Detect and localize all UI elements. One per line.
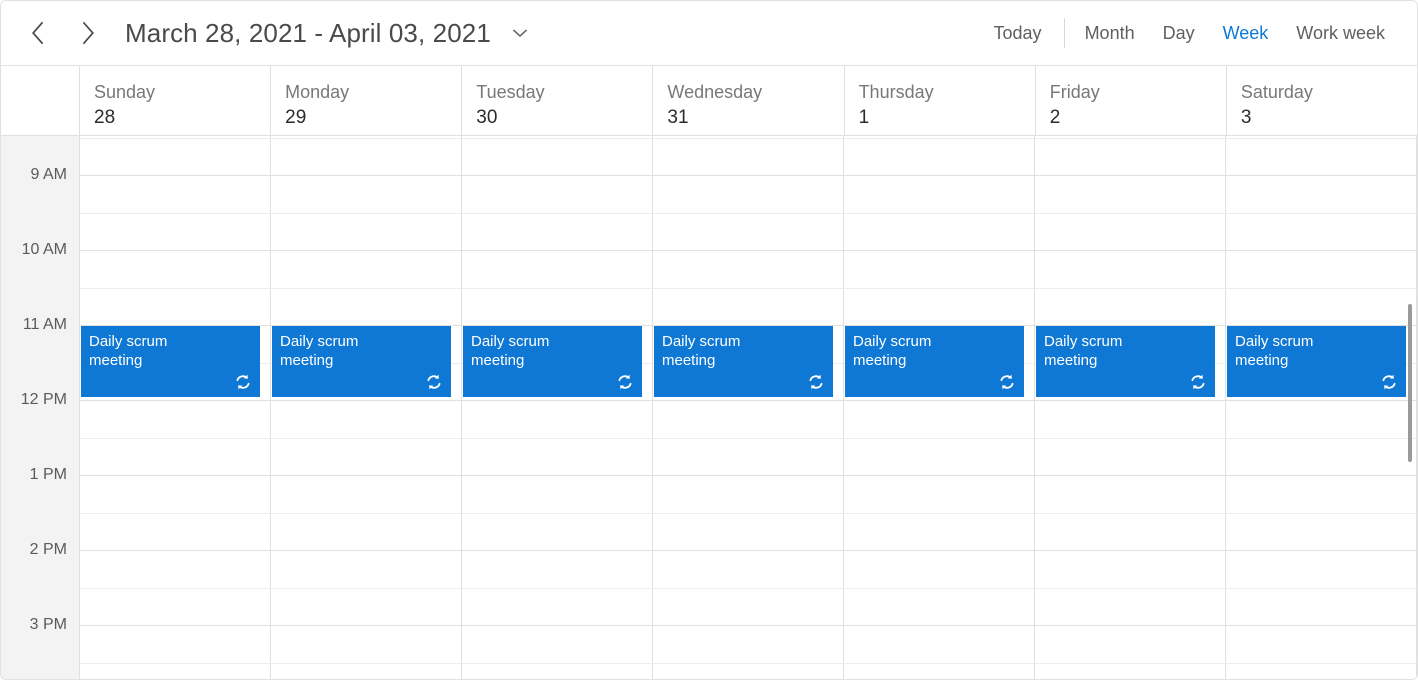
- day-number: 31: [667, 107, 689, 128]
- event-title: Daily scrum meeting: [89, 333, 168, 369]
- view-button-work-week[interactable]: Work week: [1282, 17, 1399, 50]
- recurring-event-icon: [1191, 374, 1205, 390]
- view-button-week[interactable]: Week: [1209, 17, 1283, 50]
- day-column-friday[interactable]: [1035, 136, 1226, 679]
- calendar-event[interactable]: Daily scrum meeting: [272, 326, 451, 397]
- day-header-tuesday[interactable]: Tuesday 30: [462, 66, 654, 135]
- day-column-saturday[interactable]: [1226, 136, 1417, 679]
- calendar-app: March 28, 2021 - April 03, 2021 Today Mo…: [0, 0, 1418, 680]
- day-columns: Daily scrum meeting Daily scrum meeting Da…: [80, 136, 1417, 679]
- chevron-down-icon: [512, 29, 527, 38]
- recurring-event-icon: [1000, 374, 1014, 390]
- time-label: 1 PM: [29, 466, 67, 483]
- day-header-row: Sunday 28 Monday 29 Tuesday 30 Wednesday…: [1, 66, 1417, 136]
- previous-period-button[interactable]: [23, 16, 53, 50]
- event-title: Daily scrum meeting: [280, 333, 359, 369]
- recurring-event-icon: [1382, 374, 1396, 390]
- day-name: Sunday: [94, 82, 156, 102]
- time-label: 3 PM: [29, 616, 67, 633]
- time-label: 11 AM: [22, 316, 67, 333]
- calendar-event[interactable]: Daily scrum meeting: [81, 326, 260, 397]
- time-label: 2 PM: [29, 541, 67, 558]
- day-name: Thursday: [858, 82, 934, 102]
- day-header-monday[interactable]: Monday 29: [271, 66, 463, 135]
- day-header-friday[interactable]: Friday 2: [1036, 66, 1227, 135]
- event-title: Daily scrum meeting: [1235, 333, 1314, 369]
- time-label: 12 PM: [20, 391, 67, 408]
- day-header-thursday[interactable]: Thursday 1: [845, 66, 1036, 135]
- date-picker-toggle[interactable]: [507, 20, 533, 46]
- chevron-right-icon: [82, 21, 94, 45]
- recurring-event-icon: [427, 374, 441, 390]
- time-label: 10 AM: [21, 241, 67, 258]
- chevron-left-icon: [32, 21, 44, 45]
- calendar-toolbar: March 28, 2021 - April 03, 2021 Today Mo…: [1, 1, 1417, 66]
- day-name: Saturday: [1240, 82, 1313, 102]
- calendar-event[interactable]: Daily scrum meeting: [654, 326, 833, 397]
- navigation-group: [23, 16, 103, 50]
- day-name: Monday: [285, 82, 350, 102]
- scrollbar-thumb[interactable]: [1408, 304, 1412, 462]
- event-title: Daily scrum meeting: [471, 333, 550, 369]
- day-number: 3: [1240, 107, 1252, 128]
- recurring-event-icon: [618, 374, 632, 390]
- view-button-day[interactable]: Day: [1149, 17, 1209, 50]
- header-gutter-corner: [1, 66, 80, 135]
- view-button-month[interactable]: Month: [1071, 17, 1149, 50]
- calendar-event[interactable]: Daily scrum meeting: [1227, 326, 1406, 397]
- event-title: Daily scrum meeting: [662, 333, 741, 369]
- day-header-wednesday[interactable]: Wednesday 31: [653, 66, 845, 135]
- event-title: Daily scrum meeting: [1044, 333, 1123, 369]
- date-range-title: March 28, 2021 - April 03, 2021: [125, 17, 491, 48]
- event-title: Daily scrum meeting: [853, 333, 932, 369]
- recurring-event-icon: [809, 374, 823, 390]
- day-name: Tuesday: [476, 82, 545, 102]
- day-number: 2: [1049, 107, 1061, 128]
- day-column-monday[interactable]: [271, 136, 462, 679]
- calendar-event[interactable]: Daily scrum meeting: [1036, 326, 1215, 397]
- view-switcher: Today Month Day Week Work week: [980, 17, 1399, 50]
- day-header-saturday[interactable]: Saturday 3: [1227, 66, 1417, 135]
- day-header-sunday[interactable]: Sunday 28: [80, 66, 272, 135]
- day-number: 29: [285, 107, 307, 128]
- recurring-event-icon: [236, 374, 250, 390]
- time-grid: 9 AM 10 AM 11 AM 12 PM 1 PM 2 PM 3 PM Daily sc…: [1, 136, 1417, 679]
- today-button[interactable]: Today: [980, 17, 1062, 50]
- calendar-view: Sunday 28 Monday 29 Tuesday 30 Wednesday…: [1, 66, 1417, 679]
- day-column-sunday[interactable]: [80, 136, 271, 679]
- calendar-event[interactable]: Daily scrum meeting: [845, 326, 1024, 397]
- next-period-button[interactable]: [73, 16, 103, 50]
- toolbar-divider: [1063, 18, 1065, 48]
- day-column-wednesday[interactable]: [653, 136, 844, 679]
- day-column-thursday[interactable]: [844, 136, 1035, 679]
- day-number: 1: [858, 107, 870, 128]
- vertical-scrollbar[interactable]: [1403, 136, 1417, 679]
- day-number: 30: [476, 107, 498, 128]
- day-number: 28: [94, 107, 116, 128]
- calendar-event[interactable]: Daily scrum meeting: [463, 326, 642, 397]
- day-column-tuesday[interactable]: [462, 136, 653, 679]
- time-gutter: 9 AM 10 AM 11 AM 12 PM 1 PM 2 PM 3 PM: [1, 136, 80, 679]
- day-name: Friday: [1049, 82, 1100, 102]
- day-name: Wednesday: [667, 82, 763, 102]
- time-label: 9 AM: [30, 166, 67, 183]
